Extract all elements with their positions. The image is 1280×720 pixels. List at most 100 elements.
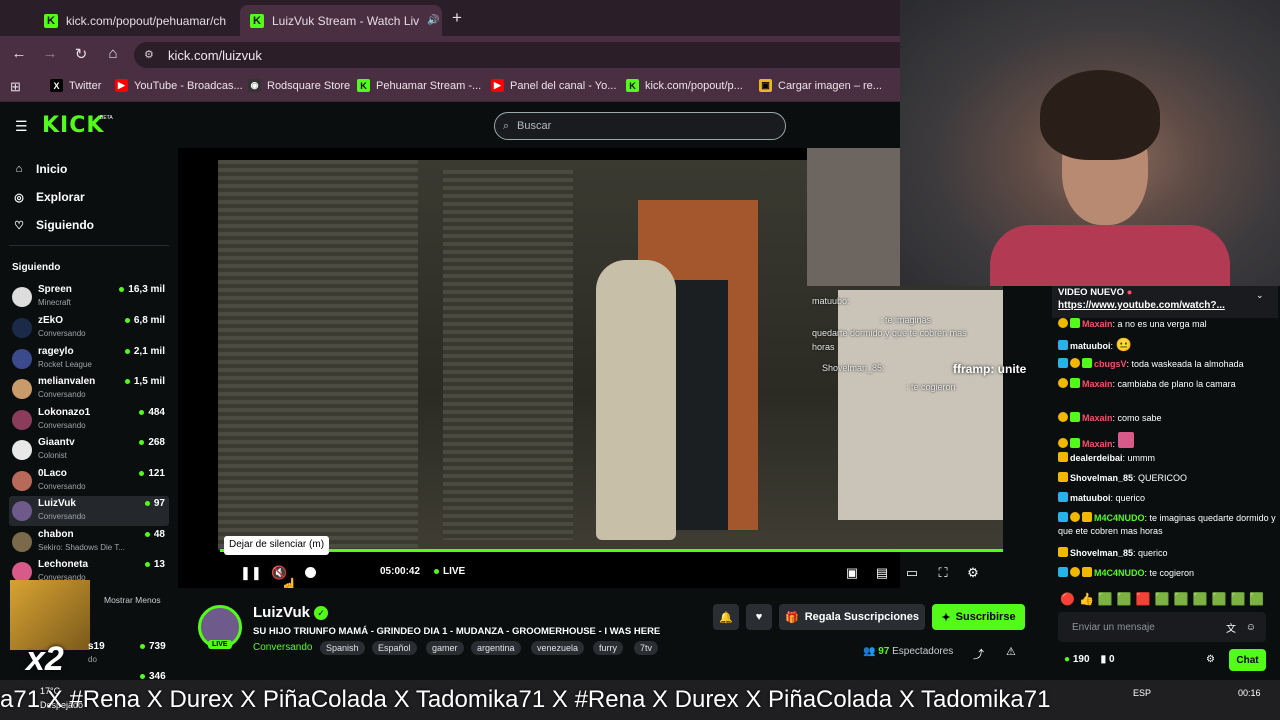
chat-placeholder: Enviar un mensaje xyxy=(1072,621,1155,633)
channel-item[interactable]: Lokonazo1 Conversando 484 xyxy=(9,405,169,435)
follow-heart-button[interactable]: ♥ xyxy=(746,604,772,630)
browser-tab-1[interactable]: K kick.com/popout/pehuamar/ch ✕ xyxy=(34,5,236,36)
tag[interactable]: venezuela xyxy=(531,641,585,655)
pause-icon[interactable]: ❚❚ xyxy=(240,565,262,581)
bookmark-kick-popout[interactable]: Kkick.com/popout/p... xyxy=(626,79,743,92)
search-placeholder: Buscar xyxy=(517,120,552,132)
progress-bar[interactable] xyxy=(220,549,1003,552)
clock[interactable]: 00:16 xyxy=(1238,688,1261,698)
avatar xyxy=(12,501,32,521)
report-icon[interactable]: ⚠ xyxy=(1006,645,1016,658)
channel-points[interactable]: ● 190 ▮ 0 xyxy=(1064,654,1115,665)
tag[interactable]: argentina xyxy=(471,641,521,655)
theater-mode-icon[interactable]: ▭ xyxy=(904,565,920,581)
new-tab-icon[interactable]: + xyxy=(452,8,462,28)
bookmark-twitter[interactable]: X Twitter xyxy=(50,79,101,92)
chat-send-button[interactable]: Chat xyxy=(1229,649,1266,671)
viewer-count: 13 xyxy=(144,559,165,570)
show-less-link[interactable]: Mostrar Menos xyxy=(104,595,161,605)
channel-name: Lokonazo1 xyxy=(38,407,91,418)
bookmark-panel[interactable]: ▶ Panel del canal - Yo... xyxy=(491,79,616,92)
clip-icon[interactable]: ▤ xyxy=(874,565,890,581)
channel-item[interactable]: melianvalen Conversando 1,5 mil xyxy=(9,374,169,404)
live-indicator[interactable]: LIVE xyxy=(434,566,465,577)
channel-item[interactable]: chabon Sekiro: Shadows Die T... 48 xyxy=(9,527,169,557)
x-icon: X xyxy=(50,79,63,92)
channel-category: Conversando xyxy=(38,329,86,338)
menu-icon[interactable]: ☰ xyxy=(15,118,28,135)
tag[interactable]: Español xyxy=(372,641,417,655)
emote-quickbar[interactable]: 🔴👍🟩🟩🟥🟩🟩🟩🟩🟩🟩 xyxy=(1060,592,1268,606)
channel-item[interactable]: rageylo Rocket League 2,1 mil xyxy=(9,344,169,374)
reload-icon[interactable]: ↻ xyxy=(72,45,90,63)
back-icon[interactable]: ← xyxy=(10,45,28,62)
channel-item-selected[interactable]: LuizVuk Conversando 97 xyxy=(9,496,169,526)
bookmark-rodsquare[interactable]: ◉ Rodsquare Store xyxy=(248,79,350,92)
marquee-text: a71 X #Rena X Durex X PiñaColada X Tadom… xyxy=(0,686,1051,713)
channel-category: Rocket League xyxy=(38,360,92,369)
kick-icon: K xyxy=(626,79,639,92)
chevron-down-icon[interactable]: ⌄ xyxy=(1256,290,1264,301)
translate-icon[interactable]: 文 xyxy=(1226,620,1236,635)
channel-item[interactable]: 0Laco Conversando 121 xyxy=(9,466,169,496)
nav-explorar[interactable]: ◎ Explorar xyxy=(14,190,85,204)
overlay-chat-line: : te cogieron xyxy=(906,382,956,392)
points-icon: ● xyxy=(1064,654,1071,665)
subscribe-button[interactable]: ✦ Suscribirse xyxy=(932,604,1025,630)
site-info-icon[interactable]: ⚙ xyxy=(144,48,154,61)
home-icon[interactable]: ⌂ xyxy=(104,45,122,62)
channel-item[interactable]: Lechoneta Conversando 13 xyxy=(9,557,169,581)
channel-item[interactable]: Giaantv Colonist 268 xyxy=(9,435,169,465)
nav-siguiendo[interactable]: ♡ Siguiendo xyxy=(14,218,94,232)
channel-name: Lechoneta xyxy=(38,559,89,570)
tag[interactable]: furry xyxy=(593,641,623,655)
bookmark-label: Rodsquare Store xyxy=(267,79,351,92)
tag[interactable]: Spanish xyxy=(320,641,365,655)
close-tab-icon[interactable]: ✕ xyxy=(234,12,236,29)
pinned-link[interactable]: https://www.youtube.com/watch?... xyxy=(1058,300,1225,311)
heart-icon: ♡ xyxy=(14,219,24,232)
apps-grid-icon[interactable]: ⊞ xyxy=(10,79,21,95)
bookmark-youtube[interactable]: ▶ YouTube - Broadcas... xyxy=(115,79,243,92)
shutter-left xyxy=(218,160,418,550)
channel-name: Spreen xyxy=(38,284,72,295)
bookmark-label: Panel del canal - Yo... xyxy=(510,79,617,92)
forward-icon[interactable]: → xyxy=(41,45,59,62)
nav-inicio[interactable]: ⌂ Inicio xyxy=(14,162,68,176)
overlay-chat-line: matuubo: xyxy=(812,296,850,306)
tab-title: LuizVuk Stream - Watch Liv xyxy=(272,13,420,28)
audio-icon[interactable]: 🔊 xyxy=(427,15,439,26)
url-field[interactable]: kick.com/luizvuk xyxy=(134,42,900,68)
notification-bell-button[interactable]: 🔔 xyxy=(713,604,739,630)
chat-settings-icon[interactable]: ⚙ xyxy=(1206,654,1215,665)
settings-gear-icon[interactable]: ⚙ xyxy=(965,565,981,581)
unmute-tooltip: Dejar de silenciar (m) xyxy=(224,536,330,555)
chat-input[interactable]: Enviar un mensaje 文 ☺ xyxy=(1058,612,1266,642)
stream-category[interactable]: Conversando xyxy=(253,642,312,653)
language-indicator[interactable]: ESP xyxy=(1133,688,1151,698)
bookmark-label: Pehuamar Stream -... xyxy=(376,79,482,92)
emoji-icon[interactable]: ☺ xyxy=(1246,622,1256,633)
channel-name: 0Laco xyxy=(38,468,67,479)
browser-tab-2[interactable]: K LuizVuk Stream - Watch Liv 🔊 ✕ xyxy=(240,5,442,36)
fullscreen-icon[interactable]: ⛶ xyxy=(935,565,951,581)
bell-icon: 🔔 xyxy=(719,611,733,624)
tag[interactable]: gamer xyxy=(426,641,464,655)
overlay-follower-alert: fframp: unite xyxy=(953,362,1027,376)
miniplayer-icon[interactable]: ▣ xyxy=(844,565,860,581)
channel-item[interactable]: Spreen Minecraft 16,3 mil xyxy=(9,282,169,312)
webcam-person-shirt xyxy=(990,225,1230,286)
kick-logo[interactable]: KICK xyxy=(42,113,104,138)
streamer-name[interactable]: LuizVuk xyxy=(253,604,310,621)
x2-overlay: x2 xyxy=(26,640,64,678)
channel-item[interactable]: zEkO Conversando 6,8 mil xyxy=(9,313,169,343)
tag[interactable]: 7tv xyxy=(634,641,659,655)
volume-slider-handle[interactable] xyxy=(305,567,316,578)
bookmark-pehuamar[interactable]: K Pehuamar Stream -... xyxy=(357,79,481,92)
live-pill: LIVE xyxy=(208,640,232,649)
share-icon[interactable]: ⤴ xyxy=(973,646,984,662)
search-input[interactable]: ⌕ Buscar xyxy=(494,112,786,140)
chat-message: Maxain: xyxy=(1058,432,1276,451)
gift-subs-button[interactable]: 🎁 Regala Suscripciones xyxy=(779,604,925,630)
bookmark-cargar-imagen[interactable]: ▣ Cargar imagen – re... xyxy=(759,79,882,92)
